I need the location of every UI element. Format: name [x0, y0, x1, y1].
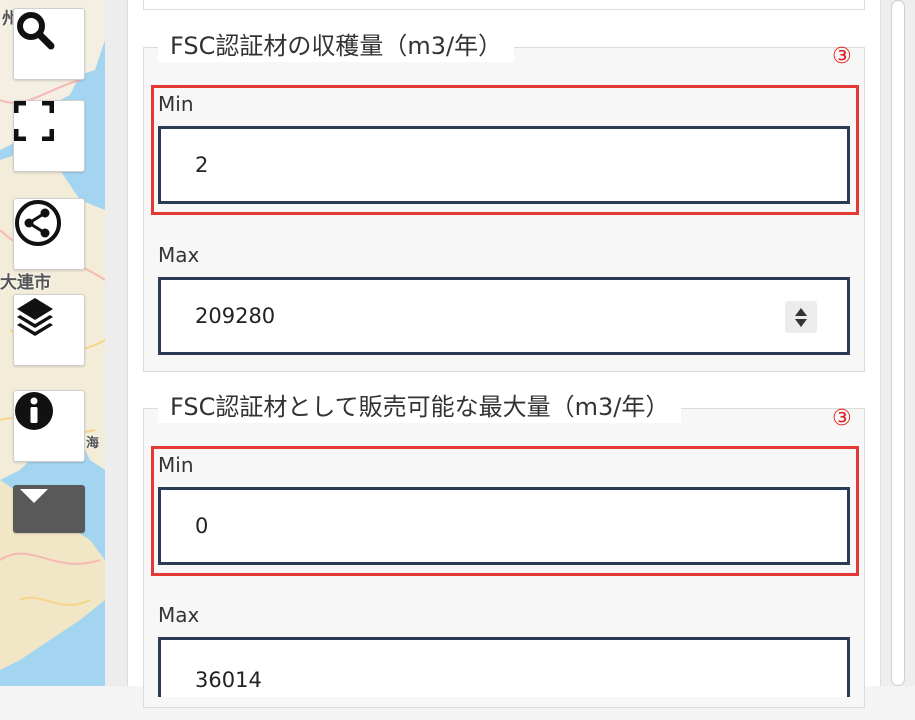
harvest-max-label: Max [158, 243, 200, 267]
spinner-down-icon[interactable] [795, 318, 807, 327]
sellable-max-label: Max [158, 603, 200, 627]
layers-button[interactable] [13, 294, 85, 366]
fullscreen-button[interactable] [13, 100, 85, 172]
sellable-max-input[interactable]: 36014 [158, 637, 850, 697]
harvest-min-input[interactable]: 2 [158, 126, 850, 204]
scrollbar-thumb[interactable] [891, 0, 905, 686]
panel-gutter [105, 0, 128, 686]
fullscreen-icon [14, 101, 54, 141]
fsc-harvest-volume-legend: FSC認証材の収穫量（m3/年） [158, 30, 515, 62]
number-spinner[interactable] [785, 301, 817, 333]
fsc-max-sellable-legend: FSC認証材として販売可能な最大量（m3/年） [158, 391, 682, 423]
info-button[interactable] [13, 390, 85, 462]
sellable-min-input[interactable]: 0 [158, 487, 850, 565]
harvest-max-value: 209280 [195, 304, 276, 328]
harvest-max-input[interactable]: 209280 [158, 277, 850, 355]
map-strip[interactable]: 大連市 州 海 [0, 0, 105, 686]
share-button[interactable] [13, 198, 85, 270]
previous-section-frame [143, 0, 865, 10]
spinner-up-icon[interactable] [795, 307, 807, 316]
map-label-dalian: 大連市 [0, 273, 51, 293]
annotation-marker: ③ [832, 406, 852, 431]
expand-button[interactable] [13, 485, 85, 533]
search-icon [17, 12, 55, 50]
search-button[interactable] [13, 8, 85, 80]
map-label-umi: 海 [86, 436, 100, 451]
info-icon [15, 392, 53, 430]
layers-icon [17, 298, 53, 336]
annotation-marker: ③ [832, 44, 852, 69]
chevron-down-icon [20, 489, 48, 503]
share-icon [15, 200, 61, 246]
